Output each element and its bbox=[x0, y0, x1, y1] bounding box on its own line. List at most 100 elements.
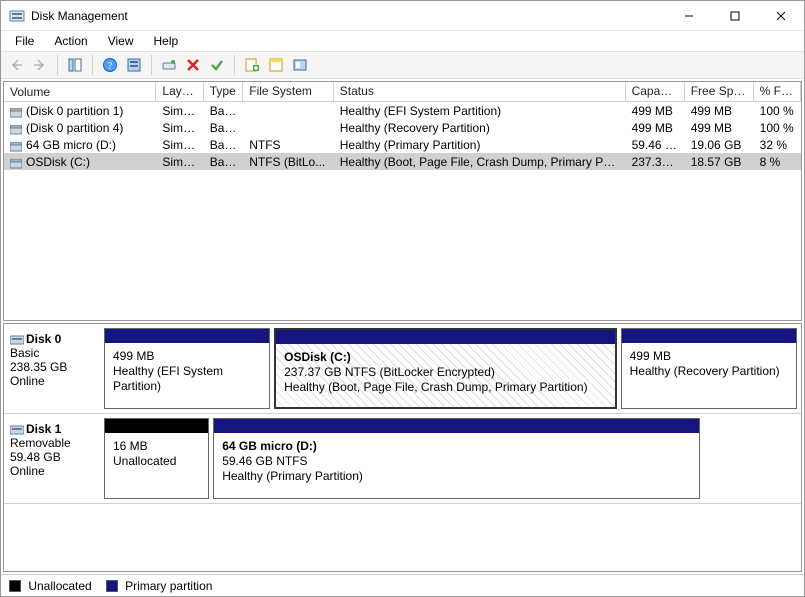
volume-status: Healthy (Boot, Page File, Crash Dump, Pr… bbox=[334, 155, 626, 169]
partition-stripe bbox=[622, 329, 796, 343]
partition-stripe bbox=[214, 419, 699, 433]
volume-icon bbox=[10, 124, 22, 134]
partition-size: 499 MB bbox=[113, 349, 261, 364]
volume-type: Basic bbox=[204, 121, 243, 135]
back-button[interactable] bbox=[5, 54, 27, 76]
volume-status: Healthy (Recovery Partition) bbox=[334, 121, 626, 135]
volume-name: (Disk 0 partition 4) bbox=[26, 121, 123, 135]
col-type[interactable]: Type bbox=[204, 82, 244, 101]
volume-free: 499 MB bbox=[685, 121, 754, 135]
partition[interactable]: 64 GB micro (D:)59.46 GB NTFSHealthy (Pr… bbox=[213, 418, 700, 499]
partition-body: OSDisk (C:)237.37 GB NTFS (BitLocker Enc… bbox=[276, 344, 615, 407]
col-pct-free[interactable]: % Free bbox=[754, 82, 801, 101]
window-controls bbox=[666, 1, 804, 30]
help-icon[interactable]: ? bbox=[99, 54, 121, 76]
volume-list-body[interactable]: (Disk 0 partition 1)SimpleBasicHealthy (… bbox=[4, 102, 801, 320]
col-volume[interactable]: Volume bbox=[4, 82, 156, 101]
legend-primary-label: Primary partition bbox=[125, 579, 212, 593]
legend: Unallocated Primary partition bbox=[1, 574, 804, 596]
partition-stripe bbox=[105, 419, 208, 433]
window-title: Disk Management bbox=[31, 9, 666, 23]
volume-type: Basic bbox=[204, 155, 243, 169]
volume-list: Volume Layout Type File System Status Ca… bbox=[3, 81, 802, 321]
toolbar-delete-icon[interactable] bbox=[182, 54, 204, 76]
toolbar-separator bbox=[234, 55, 235, 75]
col-status[interactable]: Status bbox=[334, 82, 626, 101]
partition-status: Healthy (Boot, Page File, Crash Dump, Pr… bbox=[284, 380, 607, 395]
svg-text:?: ? bbox=[108, 61, 113, 72]
col-capacity[interactable]: Capacity bbox=[626, 82, 685, 101]
volume-row[interactable]: OSDisk (C:)SimpleBasicNTFS (BitLo...Heal… bbox=[4, 153, 801, 170]
partition[interactable]: 499 MBHealthy (Recovery Partition) bbox=[621, 328, 797, 409]
disk-info: Disk 0Basic238.35 GBOnline bbox=[8, 328, 104, 409]
disk-row: Disk 0Basic238.35 GBOnline499 MBHealthy … bbox=[4, 324, 801, 414]
volume-row[interactable]: (Disk 0 partition 4)SimpleBasicHealthy (… bbox=[4, 119, 801, 136]
menu-file[interactable]: File bbox=[5, 32, 44, 50]
volume-name: 64 GB micro (D:) bbox=[26, 138, 116, 152]
titlebar: Disk Management bbox=[1, 1, 804, 31]
maximize-button[interactable] bbox=[712, 1, 758, 30]
partition-stripe bbox=[105, 329, 269, 343]
toolbar-properties-icon[interactable] bbox=[206, 54, 228, 76]
volume-layout: Simple bbox=[156, 155, 203, 169]
volume-type: Basic bbox=[204, 138, 243, 152]
partition[interactable]: 16 MBUnallocated bbox=[104, 418, 209, 499]
menu-view[interactable]: View bbox=[98, 32, 144, 50]
volume-row[interactable]: (Disk 0 partition 1)SimpleBasicHealthy (… bbox=[4, 102, 801, 119]
disk-icon bbox=[10, 333, 24, 345]
volume-capacity: 237.37 GB bbox=[626, 155, 685, 169]
toolbar-action-2-icon[interactable] bbox=[265, 54, 287, 76]
disk-state: Online bbox=[10, 374, 100, 388]
partition-size: 237.37 GB NTFS (BitLocker Encrypted) bbox=[284, 365, 607, 380]
menu-help[interactable]: Help bbox=[144, 32, 189, 50]
partition-size: 499 MB bbox=[630, 349, 788, 364]
volume-free: 18.57 GB bbox=[685, 155, 754, 169]
volume-name: (Disk 0 partition 1) bbox=[26, 104, 123, 118]
volume-name: OSDisk (C:) bbox=[26, 155, 90, 169]
partition[interactable]: 499 MBHealthy (EFI System Partition) bbox=[104, 328, 270, 409]
col-layout[interactable]: Layout bbox=[156, 82, 203, 101]
primary-swatch-icon bbox=[106, 580, 118, 592]
volume-layout: Simple bbox=[156, 138, 203, 152]
toolbar: ? bbox=[1, 51, 804, 79]
volume-filesystem: NTFS bbox=[243, 138, 334, 152]
col-free[interactable]: Free Space bbox=[685, 82, 754, 101]
toolbar-show-hide-tree-icon[interactable] bbox=[64, 54, 86, 76]
partition-title: OSDisk (C:) bbox=[284, 350, 351, 364]
disk-graphical-view[interactable]: Disk 0Basic238.35 GBOnline499 MBHealthy … bbox=[3, 323, 802, 572]
col-filesystem[interactable]: File System bbox=[243, 82, 334, 101]
disk-size: 59.48 GB bbox=[10, 450, 100, 464]
disk-state: Online bbox=[10, 464, 100, 478]
partition-title: 64 GB micro (D:) bbox=[222, 439, 317, 453]
toolbar-settings-icon[interactable] bbox=[123, 54, 145, 76]
volume-status: Healthy (EFI System Partition) bbox=[334, 104, 626, 118]
volume-layout: Simple bbox=[156, 104, 203, 118]
toolbar-refresh-icon[interactable] bbox=[158, 54, 180, 76]
disk-row: Disk 1Removable59.48 GBOnline16 MBUnallo… bbox=[4, 414, 801, 504]
forward-button[interactable] bbox=[29, 54, 51, 76]
disk-partitions: 16 MBUnallocated64 GB micro (D:)59.46 GB… bbox=[104, 418, 797, 499]
partition-body: 16 MBUnallocated bbox=[105, 433, 208, 498]
volume-free: 499 MB bbox=[685, 104, 754, 118]
minimize-button[interactable] bbox=[666, 1, 712, 30]
unallocated-swatch-icon bbox=[9, 580, 21, 592]
partition-status: Unallocated bbox=[113, 454, 200, 469]
volume-pct-free: 32 % bbox=[754, 138, 801, 152]
volume-pct-free: 100 % bbox=[754, 104, 801, 118]
disk-id: Disk 1 bbox=[26, 422, 61, 436]
volume-row[interactable]: 64 GB micro (D:)SimpleBasicNTFSHealthy (… bbox=[4, 136, 801, 153]
disk-info: Disk 1Removable59.48 GBOnline bbox=[8, 418, 104, 499]
partition-body: 64 GB micro (D:)59.46 GB NTFSHealthy (Pr… bbox=[214, 433, 699, 498]
menubar: File Action View Help bbox=[1, 31, 804, 51]
volume-list-header: Volume Layout Type File System Status Ca… bbox=[4, 82, 801, 102]
toolbar-action-1-icon[interactable] bbox=[241, 54, 263, 76]
toolbar-separator bbox=[57, 55, 58, 75]
menu-action[interactable]: Action bbox=[44, 32, 97, 50]
partition[interactable]: OSDisk (C:)237.37 GB NTFS (BitLocker Enc… bbox=[274, 328, 617, 409]
partition-body: 499 MBHealthy (Recovery Partition) bbox=[622, 343, 796, 408]
partition-stripe bbox=[276, 330, 615, 344]
toolbar-separator bbox=[151, 55, 152, 75]
partition-body: 499 MBHealthy (EFI System Partition) bbox=[105, 343, 269, 408]
close-button[interactable] bbox=[758, 1, 804, 30]
toolbar-action-3-icon[interactable] bbox=[289, 54, 311, 76]
